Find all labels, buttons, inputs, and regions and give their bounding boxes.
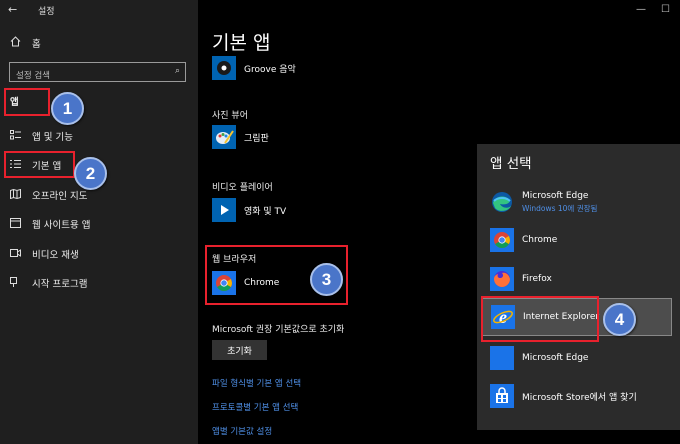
sidebar-item-startup[interactable]: 시작 프로그램 [0,272,198,294]
choose-app-item-name: Chrome [522,235,558,245]
video-app-button[interactable]: 영화 및 TV [212,197,286,223]
firefox-icon [488,265,516,293]
sidebar-item-label: 시작 프로그램 [32,279,88,290]
sidebar-item-video-playback[interactable]: 비디오 재생 [0,243,198,265]
choose-app-item-chrome[interactable]: Chrome [488,224,674,256]
photo-section-label: 사진 뷰어 [212,111,248,121]
sidebar-item-website-apps[interactable]: 웹 사이트용 앱 [0,213,198,235]
highlight-box-default-apps [4,151,75,178]
back-arrow-icon[interactable]: ← [8,3,17,16]
link-choose-by-file-type[interactable]: 파일 형식별 기본 앱 선택 [212,377,301,389]
highlight-box-internet-explorer [481,296,599,342]
website-apps-icon [8,217,22,231]
sidebar-item-label: 비디오 재생 [32,250,79,261]
search-input[interactable] [10,68,172,84]
edge-new-icon [488,188,516,216]
music-app-button[interactable]: Groove 음악 [212,55,296,81]
choose-app-item-edge-legacy[interactable]: Microsoft Edge [488,342,674,374]
link-set-defaults-by-app[interactable]: 앱별 기본값 설정 [212,425,272,437]
reset-button[interactable]: 초기화 [212,340,267,360]
choose-app-item-store[interactable]: Microsoft Store에서 앱 찾기 [488,380,674,412]
step-badge-2: 2 [74,157,107,190]
choose-app-item-name: Firefox [522,274,552,284]
choose-app-item-name: Microsoft Edge [522,353,589,363]
edge-legacy-icon [488,344,516,372]
paint-icon [212,125,236,149]
sidebar-item-home[interactable]: 홈 [0,32,198,54]
title-bar: ← 설정 [0,0,198,20]
choose-app-item-text: Microsoft Store에서 앱 찾기 [522,390,637,403]
page-title: 기본 앱 [212,32,271,54]
choose-app-item-firefox[interactable]: Firefox [488,263,674,295]
photo-app-button[interactable]: 그림판 [212,124,269,150]
search-box[interactable]: ⌕ [9,62,186,84]
choose-app-item-text: Microsoft Edge Windows 10에 권장됨 [522,191,597,214]
search-icon[interactable]: ⌕ [175,66,180,76]
video-section-label: 비디오 플레이어 [212,183,273,193]
minimize-icon[interactable]: — [636,4,646,15]
maximize-icon[interactable]: ☐ [661,4,670,15]
choose-app-title: 앱 선택 [490,156,532,172]
choose-app-item-text: Firefox [522,274,552,284]
music-app-name: Groove 음악 [244,64,296,75]
step-badge-3: 3 [310,263,343,296]
startup-icon [8,276,22,290]
choose-app-item-recommended: Windows 10에 권장됨 [522,203,598,213]
link-choose-by-protocol[interactable]: 프로토콜별 기본 앱 선택 [212,401,298,413]
video-app-name: 영화 및 TV [244,206,287,217]
movies-tv-icon [212,198,236,222]
sidebar-item-label: 오프라인 지도 [32,191,88,202]
choose-app-item-name: Microsoft Store에서 앱 찾기 [522,392,637,403]
choose-app-item-text: Microsoft Edge [522,353,588,363]
choose-app-item-edge[interactable]: Microsoft Edge Windows 10에 권장됨 [488,186,674,218]
photo-app-name: 그림판 [244,133,269,144]
sidebar-item-apps-features[interactable]: 앱 및 기능 [0,125,198,147]
groove-music-icon [212,56,236,80]
video-icon [8,248,22,261]
sidebar-item-label: 웹 사이트용 앱 [32,220,91,231]
window-title: 설정 [38,7,55,17]
choose-app-item-name: Microsoft Edge [522,190,589,201]
reset-label: Microsoft 권장 기본값으로 초기화 [212,325,345,335]
home-icon [8,36,22,50]
sidebar-item-label: 홈 [32,39,41,50]
apps-list-icon [8,129,22,143]
highlight-box-apps [4,88,50,116]
chrome-icon [488,226,516,254]
choose-app-item-text: Chrome [522,235,557,245]
sidebar: ← 설정 홈 ⌕ 앱 앱 및 기능 기본 앱 오프라인 지도 [0,0,198,444]
sidebar-item-label: 앱 및 기능 [32,132,73,143]
step-badge-1: 1 [51,92,84,125]
map-icon [8,188,22,202]
step-badge-4: 4 [603,303,636,336]
store-icon [488,382,516,410]
